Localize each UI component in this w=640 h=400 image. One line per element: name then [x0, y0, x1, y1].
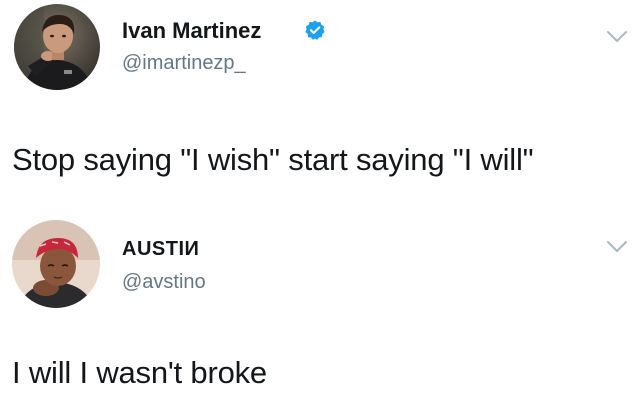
- handle[interactable]: @imartinezp_: [122, 52, 246, 75]
- avatar-photo: [14, 4, 100, 90]
- tweet-feed: Ivan Martinez @imartinezp_ Stop saying "…: [0, 0, 640, 400]
- avatar-photo: [12, 220, 100, 308]
- tweet[interactable]: AUSTIИ @avstino I will I wasn't broke: [0, 200, 640, 400]
- chevron-down-icon[interactable]: [606, 240, 628, 254]
- avatar[interactable]: [12, 220, 100, 308]
- avatar[interactable]: [14, 4, 100, 90]
- tweet[interactable]: Ivan Martinez @imartinezp_ Stop saying "…: [0, 0, 640, 200]
- chevron-down-icon[interactable]: [606, 30, 628, 44]
- display-name[interactable]: AUSTIИ: [122, 238, 199, 261]
- tweet-text: I will I wasn't broke: [12, 355, 267, 390]
- handle[interactable]: @avstino: [122, 271, 206, 294]
- verified-badge-icon: [305, 20, 325, 40]
- display-name[interactable]: Ivan Martinez: [122, 18, 261, 44]
- tweet-text: Stop saying "I wish" start saying "I wil…: [12, 142, 534, 177]
